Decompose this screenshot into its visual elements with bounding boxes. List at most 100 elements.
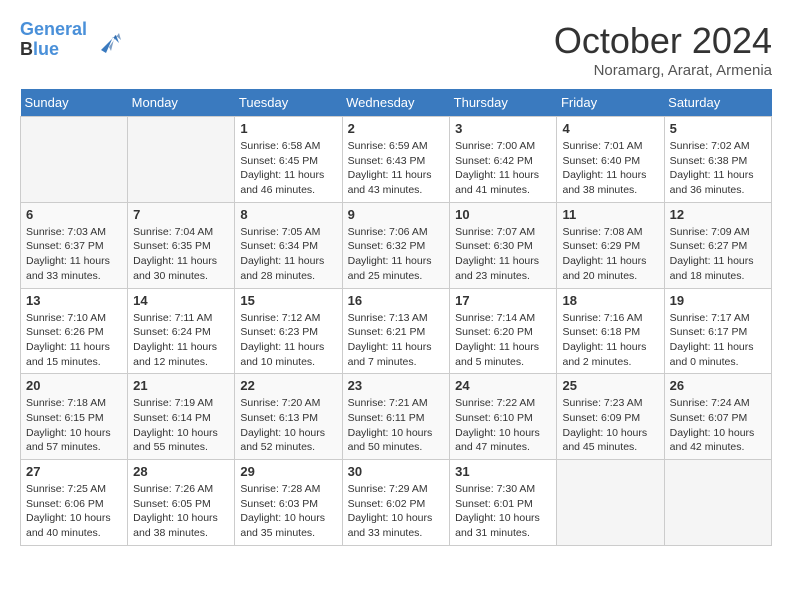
- day-number: 4: [562, 121, 658, 136]
- weekday-header-tuesday: Tuesday: [235, 89, 342, 117]
- calendar-cell: 23 Sunrise: 7:21 AM Sunset: 6:11 PM Dayli…: [342, 374, 450, 460]
- day-number: 8: [240, 207, 336, 222]
- day-number: 14: [133, 293, 229, 308]
- day-number: 17: [455, 293, 551, 308]
- calendar-body: 1 Sunrise: 6:58 AM Sunset: 6:45 PM Daylig…: [21, 117, 772, 546]
- day-info: Sunrise: 7:10 AM Sunset: 6:26 PM Dayligh…: [26, 311, 122, 370]
- calendar-cell: 30 Sunrise: 7:29 AM Sunset: 6:02 PM Dayli…: [342, 460, 450, 546]
- day-number: 6: [26, 207, 122, 222]
- day-info: Sunrise: 7:24 AM Sunset: 6:07 PM Dayligh…: [670, 396, 766, 455]
- day-number: 16: [348, 293, 445, 308]
- calendar-cell: 12 Sunrise: 7:09 AM Sunset: 6:27 PM Dayli…: [664, 202, 771, 288]
- calendar-table: SundayMondayTuesdayWednesdayThursdayFrid…: [20, 89, 772, 546]
- calendar-cell: 14 Sunrise: 7:11 AM Sunset: 6:24 PM Dayli…: [128, 288, 235, 374]
- day-number: 11: [562, 207, 658, 222]
- calendar-cell: 20 Sunrise: 7:18 AM Sunset: 6:15 PM Dayli…: [21, 374, 128, 460]
- day-number: 15: [240, 293, 336, 308]
- day-info: Sunrise: 7:00 AM Sunset: 6:42 PM Dayligh…: [455, 139, 551, 198]
- day-number: 31: [455, 464, 551, 479]
- day-info: Sunrise: 7:08 AM Sunset: 6:29 PM Dayligh…: [562, 225, 658, 284]
- weekday-header-monday: Monday: [128, 89, 235, 117]
- day-number: 28: [133, 464, 229, 479]
- day-number: 27: [26, 464, 122, 479]
- day-info: Sunrise: 7:03 AM Sunset: 6:37 PM Dayligh…: [26, 225, 122, 284]
- logo: GeneralBlue: [20, 20, 121, 60]
- calendar-cell: [664, 460, 771, 546]
- day-info: Sunrise: 7:13 AM Sunset: 6:21 PM Dayligh…: [348, 311, 445, 370]
- calendar-cell: 26 Sunrise: 7:24 AM Sunset: 6:07 PM Dayli…: [664, 374, 771, 460]
- title-block: October 2024 Noramarg, Ararat, Armenia: [554, 20, 772, 79]
- day-number: 2: [348, 121, 445, 136]
- day-info: Sunrise: 7:01 AM Sunset: 6:40 PM Dayligh…: [562, 139, 658, 198]
- calendar-cell: 24Sunrise: 7:22 AM Sunset: 6:10 PM Dayli…: [450, 374, 557, 460]
- calendar-cell: 29Sunrise: 7:28 AM Sunset: 6:03 PM Dayli…: [235, 460, 342, 546]
- weekday-header-wednesday: Wednesday: [342, 89, 450, 117]
- calendar-cell: 4 Sunrise: 7:01 AM Sunset: 6:40 PM Daylig…: [557, 117, 664, 203]
- weekday-header-friday: Friday: [557, 89, 664, 117]
- day-number: 25: [562, 378, 658, 393]
- day-info: Sunrise: 7:21 AM Sunset: 6:11 PM Dayligh…: [348, 396, 445, 455]
- weekday-header-thursday: Thursday: [450, 89, 557, 117]
- day-number: 13: [26, 293, 122, 308]
- calendar-cell: 25 Sunrise: 7:23 AM Sunset: 6:09 PM Dayli…: [557, 374, 664, 460]
- day-number: 5: [670, 121, 766, 136]
- day-info: Sunrise: 7:05 AM Sunset: 6:34 PM Dayligh…: [240, 225, 336, 284]
- calendar-cell: 28 Sunrise: 7:26 AM Sunset: 6:05 PM Dayli…: [128, 460, 235, 546]
- day-info: Sunrise: 6:59 AM Sunset: 6:43 PM Dayligh…: [348, 139, 445, 198]
- day-info: Sunrise: 7:12 AM Sunset: 6:23 PM Dayligh…: [240, 311, 336, 370]
- day-number: 3: [455, 121, 551, 136]
- day-number: 22: [240, 378, 336, 393]
- calendar-cell: [21, 117, 128, 203]
- calendar-cell: 16 Sunrise: 7:13 AM Sunset: 6:21 PM Dayli…: [342, 288, 450, 374]
- day-number: 12: [670, 207, 766, 222]
- day-info: Sunrise: 7:04 AM Sunset: 6:35 PM Dayligh…: [133, 225, 229, 284]
- day-number: 19: [670, 293, 766, 308]
- day-info: Sunrise: 6:58 AM Sunset: 6:45 PM Dayligh…: [240, 139, 336, 198]
- day-number: 24: [455, 378, 551, 393]
- day-info: Sunrise: 7:18 AM Sunset: 6:15 PM Dayligh…: [26, 396, 122, 455]
- calendar-cell: 13 Sunrise: 7:10 AM Sunset: 6:26 PM Dayli…: [21, 288, 128, 374]
- day-info: Sunrise: 7:17 AM Sunset: 6:17 PM Dayligh…: [670, 311, 766, 370]
- calendar-cell: 10Sunrise: 7:07 AM Sunset: 6:30 PM Dayli…: [450, 202, 557, 288]
- day-info: Sunrise: 7:23 AM Sunset: 6:09 PM Dayligh…: [562, 396, 658, 455]
- calendar-cell: 6 Sunrise: 7:03 AM Sunset: 6:37 PM Daylig…: [21, 202, 128, 288]
- day-number: 26: [670, 378, 766, 393]
- calendar-cell: [128, 117, 235, 203]
- day-info: Sunrise: 7:29 AM Sunset: 6:02 PM Dayligh…: [348, 482, 445, 541]
- calendar-cell: 7 Sunrise: 7:04 AM Sunset: 6:35 PM Daylig…: [128, 202, 235, 288]
- calendar-cell: 9 Sunrise: 7:06 AM Sunset: 6:32 PM Daylig…: [342, 202, 450, 288]
- calendar-cell: 15 Sunrise: 7:12 AM Sunset: 6:23 PM Dayli…: [235, 288, 342, 374]
- day-info: Sunrise: 7:06 AM Sunset: 6:32 PM Dayligh…: [348, 225, 445, 284]
- day-number: 18: [562, 293, 658, 308]
- calendar-cell: 1 Sunrise: 6:58 AM Sunset: 6:45 PM Daylig…: [235, 117, 342, 203]
- calendar-cell: 11 Sunrise: 7:08 AM Sunset: 6:29 PM Dayli…: [557, 202, 664, 288]
- day-info: Sunrise: 7:14 AM Sunset: 6:20 PM Dayligh…: [455, 311, 551, 370]
- calendar-cell: 22 Sunrise: 7:20 AM Sunset: 6:13 PM Dayli…: [235, 374, 342, 460]
- calendar-cell: 18 Sunrise: 7:16 AM Sunset: 6:18 PM Dayli…: [557, 288, 664, 374]
- calendar-cell: [557, 460, 664, 546]
- day-number: 23: [348, 378, 445, 393]
- day-number: 9: [348, 207, 445, 222]
- week-row-2: 6 Sunrise: 7:03 AM Sunset: 6:37 PM Daylig…: [21, 202, 772, 288]
- week-row-5: 27Sunrise: 7:25 AM Sunset: 6:06 PM Dayli…: [21, 460, 772, 546]
- day-info: Sunrise: 7:09 AM Sunset: 6:27 PM Dayligh…: [670, 225, 766, 284]
- day-number: 1: [240, 121, 336, 136]
- day-info: Sunrise: 7:20 AM Sunset: 6:13 PM Dayligh…: [240, 396, 336, 455]
- week-row-3: 13 Sunrise: 7:10 AM Sunset: 6:26 PM Dayli…: [21, 288, 772, 374]
- day-info: Sunrise: 7:28 AM Sunset: 6:03 PM Dayligh…: [240, 482, 336, 541]
- day-info: Sunrise: 7:30 AM Sunset: 6:01 PM Dayligh…: [455, 482, 551, 541]
- weekday-header-sunday: Sunday: [21, 89, 128, 117]
- day-info: Sunrise: 7:11 AM Sunset: 6:24 PM Dayligh…: [133, 311, 229, 370]
- day-number: 30: [348, 464, 445, 479]
- day-info: Sunrise: 7:16 AM Sunset: 6:18 PM Dayligh…: [562, 311, 658, 370]
- day-number: 7: [133, 207, 229, 222]
- day-info: Sunrise: 7:02 AM Sunset: 6:38 PM Dayligh…: [670, 139, 766, 198]
- weekday-header-row: SundayMondayTuesdayWednesdayThursdayFrid…: [21, 89, 772, 117]
- day-info: Sunrise: 7:19 AM Sunset: 6:14 PM Dayligh…: [133, 396, 229, 455]
- calendar-cell: 19 Sunrise: 7:17 AM Sunset: 6:17 PM Dayli…: [664, 288, 771, 374]
- day-number: 10: [455, 207, 551, 222]
- day-info: Sunrise: 7:26 AM Sunset: 6:05 PM Dayligh…: [133, 482, 229, 541]
- calendar-cell: 5 Sunrise: 7:02 AM Sunset: 6:38 PM Daylig…: [664, 117, 771, 203]
- day-number: 20: [26, 378, 122, 393]
- calendar-cell: 8 Sunrise: 7:05 AM Sunset: 6:34 PM Daylig…: [235, 202, 342, 288]
